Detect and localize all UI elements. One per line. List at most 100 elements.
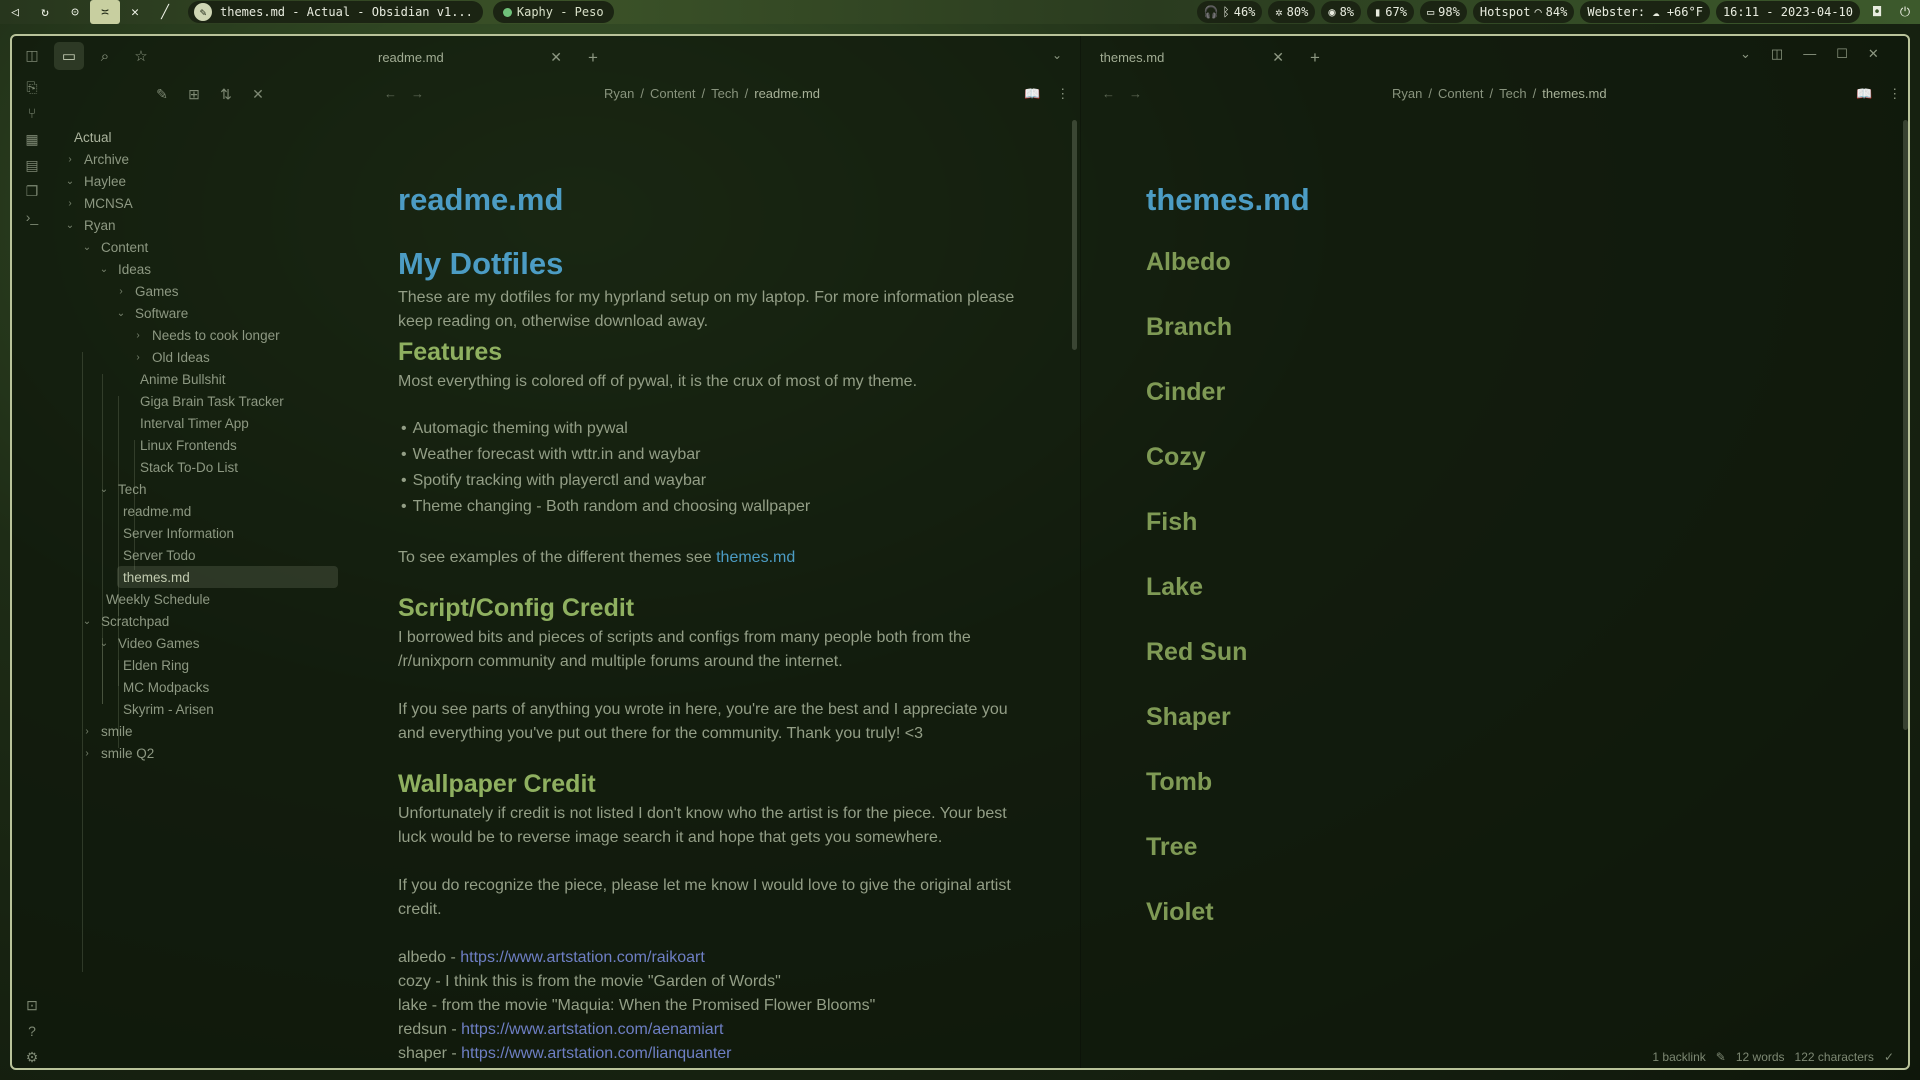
workspace-2[interactable]: ↻ — [30, 0, 60, 24]
backlinks-count[interactable]: 1 backlink — [1652, 1050, 1705, 1064]
new-tab-icon[interactable]: + — [588, 48, 598, 68]
tree-file[interactable]: Server Information — [123, 522, 234, 544]
chevron-right-icon[interactable]: › — [132, 352, 144, 363]
external-link[interactable]: https://www.artstation.com/aenamiart — [461, 1021, 723, 1038]
new-tab-icon[interactable]: + — [1310, 48, 1320, 68]
chevron-down-icon[interactable]: ⌄ — [1740, 46, 1751, 62]
tree-file[interactable]: Elden Ring — [123, 654, 189, 676]
tab-themes[interactable]: themes.md ✕ — [1084, 42, 1294, 72]
breadcrumb-item[interactable]: Tech — [1499, 86, 1526, 101]
chevron-down-icon[interactable]: ⌄ — [98, 264, 110, 275]
audio-widget[interactable]: 🎧 ᛒ 46% — [1196, 1, 1263, 23]
back-icon[interactable]: ← — [384, 86, 397, 101]
tree-folder[interactable]: ⌄ Tech — [98, 478, 147, 500]
vault-root[interactable]: Actual — [74, 126, 112, 148]
sidebar-toggle-icon[interactable]: ◫ — [23, 46, 41, 64]
external-link[interactable]: https://www.artstation.com/raikoart — [460, 949, 705, 966]
chevron-right-icon[interactable]: › — [64, 198, 76, 209]
sort-icon[interactable]: ⇅ — [216, 84, 236, 104]
workspace-1[interactable]: ◁ — [0, 0, 30, 24]
tree-folder[interactable]: › Archive — [64, 148, 129, 170]
chevron-down-icon[interactable]: ⌄ — [98, 638, 110, 649]
external-link[interactable]: https://www.artstation.com/lianquanter — [461, 1045, 731, 1062]
chevron-right-icon[interactable]: › — [132, 330, 144, 341]
chevron-right-icon[interactable]: › — [64, 154, 76, 165]
tree-file[interactable]: Interval Timer App — [140, 412, 249, 434]
chevron-right-icon[interactable]: › — [115, 286, 127, 297]
copy-icon[interactable]: ❐ — [23, 182, 41, 200]
vault-icon[interactable]: ⊡ — [23, 996, 41, 1014]
breadcrumb-item[interactable]: Content — [650, 86, 696, 101]
tree-file[interactable]: Weekly Schedule — [106, 588, 210, 610]
new-folder-icon[interactable]: ⊞ — [184, 84, 204, 104]
forward-icon[interactable]: → — [1129, 86, 1142, 101]
tree-file[interactable]: MC Modpacks — [123, 676, 209, 698]
split-view-icon[interactable]: ◫ — [1771, 46, 1783, 62]
collapse-icon[interactable]: ✕ — [248, 84, 268, 104]
calendar-icon[interactable]: ▤ — [23, 156, 41, 174]
scrollbar[interactable] — [1072, 120, 1077, 350]
tree-file[interactable]: Skyrim - Arisen — [123, 698, 214, 720]
back-icon[interactable]: ← — [1102, 86, 1115, 101]
tree-folder[interactable]: › Needs to cook longer — [132, 324, 279, 346]
maximize-icon[interactable]: ☐ — [1836, 46, 1848, 62]
search-icon[interactable]: ⌕ — [90, 42, 120, 70]
tree-folder[interactable]: ⌄ Ideas — [98, 258, 151, 280]
tree-folder[interactable]: ⌄ Content — [81, 236, 149, 258]
tree-file[interactable]: Giga Brain Task Tracker — [140, 390, 284, 412]
star-icon[interactable]: ☆ — [126, 42, 156, 70]
close-window-icon[interactable]: ✕ — [1868, 46, 1879, 62]
chevron-down-icon[interactable]: ⌄ — [98, 484, 110, 495]
workspace-5[interactable]: ✕ — [120, 0, 150, 24]
minimize-icon[interactable]: — — [1803, 46, 1816, 62]
breadcrumb-current[interactable]: readme.md — [754, 86, 820, 101]
clock-widget[interactable]: 16:11 - 2023-04-10 — [1715, 1, 1860, 23]
reading-view-icon[interactable]: 📖 — [1024, 86, 1040, 102]
breadcrumb-item[interactable]: Content — [1438, 86, 1484, 101]
music-widget[interactable]: Kaphy - Peso — [492, 1, 614, 23]
settings-icon[interactable]: ⚙ — [23, 1048, 41, 1066]
themes-link[interactable]: themes.md — [716, 549, 795, 566]
chevron-down-icon[interactable]: ⌄ — [81, 242, 93, 253]
tree-folder[interactable]: ⌄ Software — [115, 302, 188, 324]
power-icon[interactable]: ⏻ — [1894, 1, 1916, 23]
breadcrumb-item[interactable]: Tech — [711, 86, 738, 101]
tree-folder[interactable]: ⌄ Ryan — [64, 214, 116, 236]
tree-file[interactable]: Anime Bullshit — [140, 368, 226, 390]
scrollbar[interactable] — [1903, 120, 1908, 730]
file-icon[interactable]: ⎘ — [23, 78, 41, 96]
breadcrumb-item[interactable]: Ryan — [1392, 86, 1422, 101]
new-note-icon[interactable]: ✎ — [152, 84, 172, 104]
network-widget[interactable]: Hotspot ◠ 84% — [1472, 1, 1575, 23]
folder-icon[interactable]: ▭ — [54, 42, 84, 70]
terminal-icon[interactable]: ›_ — [23, 208, 41, 226]
breadcrumb-current[interactable]: themes.md — [1542, 86, 1606, 101]
tree-file[interactable]: themes.md — [117, 566, 338, 588]
help-icon[interactable]: ? — [23, 1022, 41, 1040]
reading-view-icon[interactable]: 📖 — [1856, 86, 1872, 102]
canvas-icon[interactable]: ▦ — [23, 130, 41, 148]
close-icon[interactable]: ✕ — [1272, 49, 1284, 66]
tree-folder[interactable]: ⌄ Video Games — [98, 632, 200, 654]
tree-folder[interactable]: ⌄ Scratchpad — [81, 610, 170, 632]
discord-icon[interactable]: ◘ — [1866, 1, 1888, 23]
tree-folder[interactable]: › Games — [115, 280, 178, 302]
workspace-3[interactable]: ⊝ — [60, 0, 90, 24]
breadcrumb-item[interactable]: Ryan — [604, 86, 634, 101]
more-options-icon[interactable]: ⋮ — [1888, 86, 1901, 102]
chevron-down-icon[interactable]: ⌄ — [115, 308, 127, 319]
workspace-4[interactable]: ≍ — [90, 0, 120, 24]
tab-readme[interactable]: readme.md ✕ — [362, 42, 572, 72]
workspace-6[interactable]: ╱ — [150, 0, 180, 24]
graph-icon[interactable]: ⑂ — [23, 104, 41, 122]
tree-folder[interactable]: ⌄ Haylee — [64, 170, 126, 192]
tree-file[interactable]: Linux Frontends — [140, 434, 237, 456]
tree-file[interactable]: Stack To-Do List — [140, 456, 238, 478]
weather-widget[interactable]: Webster: ☁ +66°F — [1580, 1, 1710, 23]
chevron-down-icon[interactable]: ⌄ — [1052, 48, 1062, 62]
forward-icon[interactable]: → — [411, 86, 424, 101]
chevron-down-icon[interactable]: ⌄ — [64, 220, 76, 231]
close-icon[interactable]: ✕ — [550, 49, 562, 66]
more-options-icon[interactable]: ⋮ — [1056, 86, 1069, 102]
tree-folder[interactable]: › Old Ideas — [132, 346, 209, 368]
